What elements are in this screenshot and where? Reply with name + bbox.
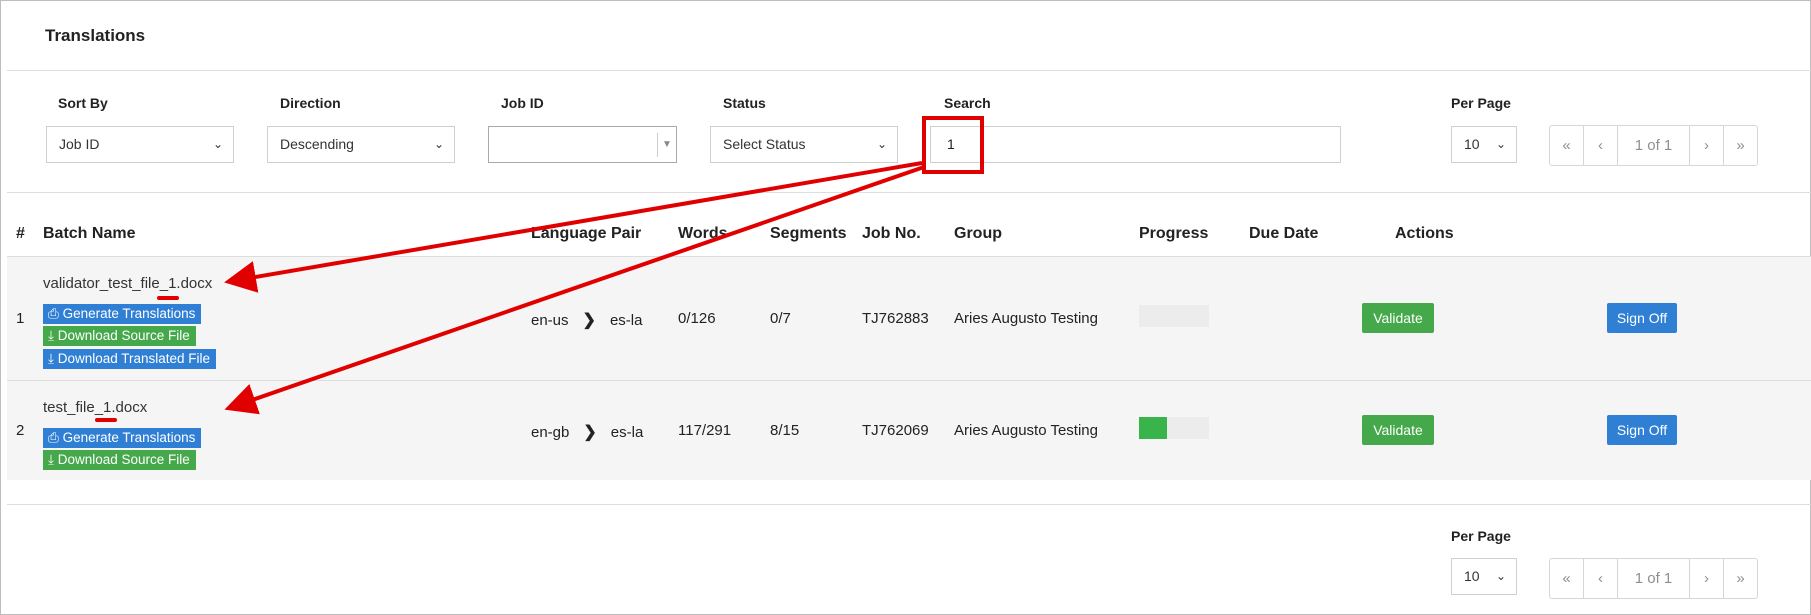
segments-count: 8/15 (770, 422, 800, 439)
download-icon: ⤓ (48, 328, 58, 343)
batch-name: test_file_1.docx (43, 399, 148, 416)
validate-button[interactable]: Validate (1362, 303, 1434, 333)
page-info: 1 of 1 (1618, 559, 1690, 598)
segments-count: 0/7 (770, 310, 791, 327)
divider (7, 192, 1811, 193)
sort-by-value: Job ID (59, 136, 100, 152)
progress-bar (1139, 417, 1209, 439)
job-number: TJ762069 (862, 422, 929, 439)
print-icon: ⎙ (48, 430, 63, 445)
language-pair: en-us ❯ es-la (531, 312, 643, 329)
job-id-combobox[interactable]: ▼ (488, 126, 677, 163)
col-header-segments: Segments (770, 225, 847, 242)
annotation-highlight-box (922, 116, 984, 174)
chevron-down-icon: ⌄ (433, 137, 444, 151)
generate-translations-button[interactable]: ⎙ Generate Translations (43, 304, 202, 324)
job-id-label: Job ID (501, 95, 544, 111)
last-page-button[interactable]: » (1724, 559, 1757, 598)
print-icon: ⎙ (48, 306, 63, 321)
direction-label: Direction (280, 95, 341, 111)
search-label: Search (944, 95, 991, 111)
col-header-job-no: Job No. (862, 225, 921, 242)
words-count: 0/126 (678, 310, 716, 327)
per-page-label: Per Page (1451, 95, 1511, 111)
per-page-label: Per Page (1451, 528, 1511, 544)
sign-off-button[interactable]: Sign Off (1607, 303, 1677, 333)
group-name: Aries Augusto Testing (954, 422, 1098, 439)
annotation-underline (95, 418, 117, 422)
per-page-value: 10 (1464, 136, 1480, 152)
progress-bar (1139, 305, 1209, 327)
download-source-file-button[interactable]: ⤓ Download Source File (43, 450, 196, 470)
prev-page-button[interactable]: ‹ (1584, 126, 1618, 165)
chevron-down-icon: ⌄ (212, 137, 223, 151)
pagination-bottom: « ‹ 1 of 1 › » (1549, 558, 1758, 599)
download-icon: ⤓ (48, 452, 58, 467)
direction-value: Descending (280, 136, 354, 152)
validate-button[interactable]: Validate (1362, 415, 1434, 445)
pagination-top: « ‹ 1 of 1 › » (1549, 125, 1758, 166)
chevron-down-icon: ⌄ (1495, 569, 1506, 583)
col-header-actions: Actions (1395, 225, 1454, 242)
download-source-file-button[interactable]: ⤓ Download Source File (43, 326, 196, 346)
annotation-underline (157, 296, 179, 300)
per-page-value: 10 (1464, 568, 1480, 584)
sign-off-button[interactable]: Sign Off (1607, 415, 1677, 445)
search-input[interactable]: 1 (930, 126, 1341, 163)
job-number: TJ762883 (862, 310, 929, 327)
col-header-progress: Progress (1139, 225, 1209, 242)
download-icon: ⤓ (48, 351, 58, 366)
row-index: 2 (16, 422, 25, 439)
sort-by-select[interactable]: Job ID ⌄ (46, 126, 234, 163)
chevron-down-icon: ⌄ (876, 137, 887, 151)
row-index: 1 (16, 310, 25, 327)
page-info: 1 of 1 (1618, 126, 1690, 165)
chevron-right-icon: ❯ (582, 312, 596, 329)
next-page-button[interactable]: › (1690, 559, 1724, 598)
dropdown-arrow-icon[interactable]: ▼ (657, 133, 676, 157)
words-count: 117/291 (678, 422, 732, 439)
direction-select[interactable]: Descending ⌄ (267, 126, 455, 163)
download-translated-file-button[interactable]: ⤓ Download Translated File (43, 349, 217, 369)
language-pair: en-gb ❯ es-la (531, 424, 644, 441)
chevron-right-icon: ❯ (583, 424, 597, 441)
per-page-select[interactable]: 10 ⌄ (1451, 558, 1517, 595)
sort-by-label: Sort By (58, 95, 108, 111)
status-value: Select Status (723, 136, 806, 152)
col-header-words: Words (678, 225, 728, 242)
generate-translations-button[interactable]: ⎙ Generate Translations (43, 428, 202, 448)
col-header-group: Group (954, 225, 1002, 242)
first-page-button[interactable]: « (1550, 126, 1584, 165)
col-header-index: # (16, 225, 25, 242)
first-page-button[interactable]: « (1550, 559, 1584, 598)
batch-name: validator_test_file_1.docx (43, 275, 213, 292)
divider (7, 504, 1811, 505)
chevron-down-icon: ⌄ (1495, 137, 1506, 151)
next-page-button[interactable]: › (1690, 126, 1724, 165)
col-header-due-date: Due Date (1249, 225, 1319, 242)
last-page-button[interactable]: » (1724, 126, 1757, 165)
col-header-batch-name: Batch Name (43, 225, 136, 242)
prev-page-button[interactable]: ‹ (1584, 559, 1618, 598)
progress-fill (1139, 417, 1167, 439)
col-header-language-pair: Language Pair (531, 225, 642, 242)
group-name: Aries Augusto Testing (954, 310, 1098, 327)
per-page-select[interactable]: 10 ⌄ (1451, 126, 1517, 163)
page-title: Translations (45, 26, 146, 45)
divider (7, 70, 1811, 71)
status-label: Status (723, 95, 766, 111)
status-select[interactable]: Select Status ⌄ (710, 126, 898, 163)
